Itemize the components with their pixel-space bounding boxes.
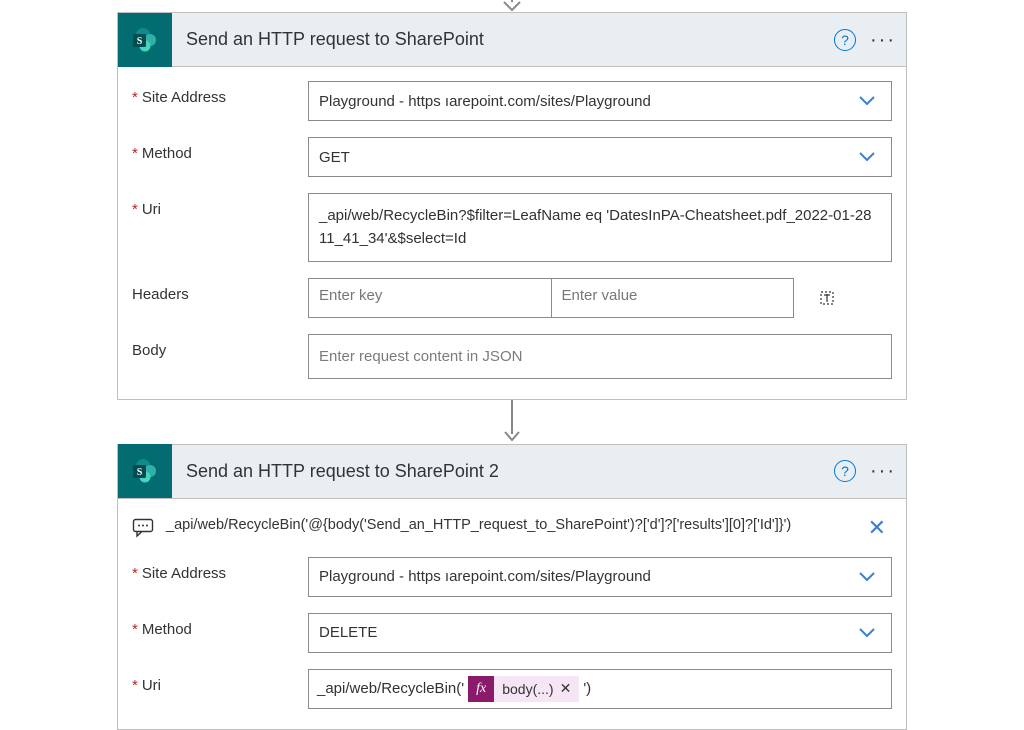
label-headers: Headers	[132, 278, 308, 303]
label-method: Method	[132, 137, 308, 162]
label-site-address: Site Address	[132, 557, 308, 582]
comment-text: _api/web/RecycleBin('@{body('Send_an_HTT…	[166, 515, 850, 536]
fx-label: body(...)	[502, 681, 553, 697]
card-header[interactable]: S Send an HTTP request to SharePoint ? ·…	[118, 13, 906, 67]
method-value: GET	[309, 141, 843, 174]
chevron-down-icon[interactable]	[843, 571, 891, 583]
uri-text-prefix: _api/web/RecycleBin('	[317, 680, 464, 697]
flow-arrow-middle	[0, 400, 1024, 444]
method-dropdown[interactable]: DELETE	[308, 613, 892, 653]
action-card-http-sharepoint-2: S Send an HTTP request to SharePoint 2 ?…	[117, 444, 907, 730]
site-address-value: Playground - https ıarepoint.com/sites/P…	[309, 560, 843, 593]
help-icon[interactable]: ?	[834, 29, 856, 51]
more-menu-icon[interactable]: ···	[870, 30, 896, 50]
label-uri: Uri	[132, 193, 308, 218]
svg-text:S: S	[137, 467, 143, 478]
switch-to-text-mode-icon[interactable]	[808, 288, 846, 308]
card-title: Send an HTTP request to SharePoint	[186, 29, 834, 50]
expression-token[interactable]: fx body(...) ✕	[468, 676, 579, 702]
site-address-dropdown[interactable]: Playground - https ıarepoint.com/sites/P…	[308, 557, 892, 597]
uri-text-suffix: ')	[583, 680, 591, 697]
label-uri: Uri	[132, 669, 308, 694]
site-address-dropdown[interactable]: Playground - https ıarepoint.com/sites/P…	[308, 81, 892, 121]
fx-icon: fx	[468, 676, 494, 702]
body-input[interactable]: Enter request content in JSON	[308, 334, 892, 379]
site-address-value: Playground - https ıarepoint.com/sites/P…	[309, 85, 843, 118]
action-card-http-sharepoint-1: S Send an HTTP request to SharePoint ? ·…	[117, 12, 907, 400]
help-icon[interactable]: ?	[834, 460, 856, 482]
header-value-input[interactable]: Enter value	[552, 278, 795, 318]
card-title: Send an HTTP request to SharePoint 2	[186, 461, 834, 482]
label-site-address: Site Address	[132, 81, 308, 106]
method-dropdown[interactable]: GET	[308, 137, 892, 177]
card-header[interactable]: S Send an HTTP request to SharePoint 2 ?…	[118, 445, 906, 499]
more-menu-icon[interactable]: ···	[870, 461, 896, 481]
header-key-input[interactable]: Enter key	[308, 278, 552, 318]
method-value: DELETE	[309, 616, 843, 649]
uri-input[interactable]: _api/web/RecycleBin?$filter=LeafName eq …	[308, 193, 892, 262]
chevron-down-icon[interactable]	[843, 151, 891, 163]
label-method: Method	[132, 613, 308, 638]
flow-arrow-top	[0, 0, 1024, 12]
close-icon[interactable]: ✕	[862, 515, 892, 541]
remove-token-icon[interactable]: ✕	[560, 680, 572, 697]
sharepoint-icon: S	[118, 13, 172, 67]
comment-icon	[132, 517, 154, 539]
uri-input[interactable]: _api/web/RecycleBin(' fx body(...) ✕ ')	[308, 669, 892, 709]
label-body: Body	[132, 334, 308, 359]
chevron-down-icon[interactable]	[843, 627, 891, 639]
sharepoint-icon: S	[118, 444, 172, 498]
chevron-down-icon[interactable]	[843, 95, 891, 107]
svg-text:S: S	[137, 36, 143, 47]
